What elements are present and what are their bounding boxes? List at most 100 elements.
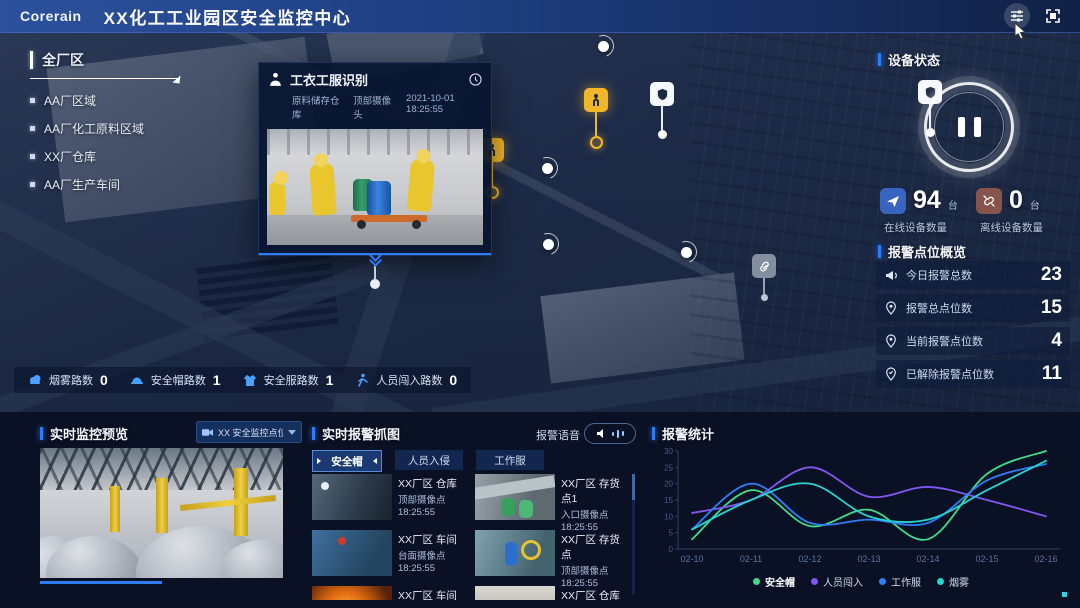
svg-text:02-13: 02-13 <box>857 554 880 564</box>
bullet-square <box>30 154 35 159</box>
legend-item-workwear[interactable]: 工作服 <box>879 574 921 589</box>
alarm-overview-row[interactable]: 当前报警点位数 4 <box>876 327 1070 355</box>
alarm-snapshot-item[interactable]: XX厂区 存货点1 入口摄像点 18:25:55 <box>475 474 628 524</box>
svg-text:20: 20 <box>664 480 673 489</box>
legend-item-smoke[interactable]: 烟雾 <box>937 574 969 589</box>
online-label: 在线设备数量 <box>884 220 976 235</box>
legend-label: 安全帽 <box>765 574 795 589</box>
offline-count: 0 <box>1009 186 1023 215</box>
svg-text:02-14: 02-14 <box>916 554 939 564</box>
area-nav-item[interactable]: AA厂区域 <box>30 92 180 109</box>
popup-timestamp: 2021-10-01 18:25:55 <box>406 93 482 121</box>
alarm-pin-icon <box>884 301 898 315</box>
map-marker-dot[interactable] <box>543 239 554 250</box>
snapshot-location: XX厂区 仓库 <box>561 588 620 600</box>
offline-device-icon <box>976 188 1002 214</box>
map-marker-dot[interactable] <box>598 41 609 52</box>
snapshot-thumbnail <box>312 530 392 576</box>
snapshot-time: 18:25:55 <box>398 563 457 574</box>
alarm-overview-row[interactable]: 今日报警总数 23 <box>876 261 1070 289</box>
helmet-channels-chip[interactable]: 安全帽路数 1 <box>130 372 221 388</box>
fullscreen-button[interactable] <box>1040 3 1066 29</box>
area-nav-item[interactable]: XX厂仓库 <box>30 148 180 165</box>
tab-intrusion[interactable]: 人员入侵 <box>395 450 463 470</box>
device-stats: 94 台 在线设备数量 0 台 离线设备数量 <box>880 186 1072 235</box>
alarm-snapshot-item[interactable]: XX厂区 仓库 顶部摄像点 18:25:55 <box>312 474 465 524</box>
megaphone-icon <box>884 268 898 282</box>
suit-channels-chip[interactable]: 安全服路数 1 <box>243 372 334 388</box>
bullet-square <box>30 98 35 103</box>
popup-title: 工衣工服识别 <box>290 70 462 89</box>
area-label: XX厂仓库 <box>44 148 96 165</box>
snapshot-location: XX厂区 车间 <box>398 532 457 547</box>
snapshot-camera: 入口摄像点 <box>561 507 628 521</box>
alarm-snapshot-item[interactable]: XX厂区 仓库 <box>475 586 628 600</box>
svg-text:0: 0 <box>669 545 674 554</box>
chip-value: 1 <box>326 372 334 388</box>
map-alarm-pin[interactable] <box>584 88 608 149</box>
alarm-row-label: 报警总点位数 <box>906 300 1033 316</box>
title-accent-bar <box>878 53 881 66</box>
alarm-overview-title-text: 报警点位概览 <box>888 242 966 261</box>
snapshot-thumbnail <box>475 586 555 600</box>
area-nav-item-all[interactable]: 全厂区 <box>30 50 180 79</box>
alarm-overview-row[interactable]: 已解除报警点位数 11 <box>876 360 1070 388</box>
intrusion-channels-chip[interactable]: 人员闯入路数 0 <box>355 372 457 388</box>
popup-location: 原料储存仓库 <box>292 93 341 121</box>
helmet-icon <box>130 373 144 387</box>
online-device-icon <box>880 188 906 214</box>
alarm-snapshot-item[interactable]: XX厂区 存货点 顶部摄像点 18:25:55 <box>475 530 628 580</box>
area-label: 全厂区 <box>42 50 84 70</box>
svg-text:02-11: 02-11 <box>740 554 762 564</box>
legend-label: 工作服 <box>891 574 921 589</box>
alarm-snapshot-item[interactable]: XX厂区 车间 台面摄像点 18:25:55 <box>312 530 465 580</box>
area-nav-item[interactable]: AA厂化工原料区域 <box>30 120 180 137</box>
snapshot-camera: 台面摄像点 <box>398 548 457 562</box>
bullet-square <box>30 126 35 131</box>
expand-triangle-icon <box>172 75 180 84</box>
map-marker-dot[interactable] <box>681 247 692 258</box>
clock-icon[interactable] <box>469 73 482 86</box>
speaker-icon <box>597 428 609 439</box>
volume-bar <box>617 430 619 438</box>
online-devices: 94 台 在线设备数量 <box>880 186 976 235</box>
map-marker-dot[interactable] <box>542 163 553 174</box>
alarm-overview-row[interactable]: 报警总点位数 15 <box>876 294 1070 322</box>
area-label: AA厂区域 <box>44 92 96 109</box>
svg-text:10: 10 <box>664 512 673 521</box>
monitor-scrollbar[interactable] <box>40 581 162 584</box>
svg-text:30: 30 <box>664 447 673 456</box>
area-nav-item[interactable]: AA厂生产车间 <box>30 176 180 193</box>
chip-label: 安全帽路数 <box>151 372 206 388</box>
monitor-point-dropdown[interactable]: XX 安全监控点位 <box>196 421 302 443</box>
title-accent-bar <box>652 427 655 440</box>
map-shield-pin[interactable] <box>650 82 674 139</box>
alarm-resolved-icon <box>884 367 898 381</box>
map-link-pin[interactable] <box>752 254 776 301</box>
volume-bar <box>612 432 614 436</box>
legend-item-helmet[interactable]: 安全帽 <box>753 574 795 589</box>
svg-text:02-12: 02-12 <box>798 554 821 564</box>
snapshot-scrollbar-track[interactable] <box>632 474 635 594</box>
legend-item-intrusion[interactable]: 人员闯入 <box>811 574 863 589</box>
alarm-snapshot-item[interactable]: XX厂区 车间 <box>312 586 465 600</box>
svg-text:02-15: 02-15 <box>975 554 998 564</box>
smoke-channels-chip[interactable]: 烟雾路数 0 <box>28 372 108 388</box>
alarm-voice-label: 报警语音 <box>536 427 580 443</box>
popup-video-frame[interactable] <box>267 129 483 245</box>
monitor-panel-title-text: 实时监控预览 <box>50 424 128 443</box>
chart-panel-title: 报警统计 <box>652 424 714 443</box>
snapshot-location: XX厂区 车间 <box>398 588 457 600</box>
resize-handle[interactable] <box>1062 592 1067 597</box>
bullet-square <box>30 182 35 187</box>
alarm-statistics-chart[interactable]: 05101520253002-1002-1102-1202-1302-1402-… <box>652 443 1070 573</box>
pause-button[interactable] <box>924 82 1014 172</box>
alarm-row-label: 已解除报警点位数 <box>906 366 1034 382</box>
snapshot-location: XX厂区 存货点1 <box>561 476 628 506</box>
tab-helmet[interactable]: 安全帽 <box>312 450 382 472</box>
tab-workwear[interactable]: 工作服 <box>476 450 544 470</box>
snapshot-scrollbar-thumb[interactable] <box>632 474 635 500</box>
monitor-preview-image[interactable] <box>40 448 283 578</box>
alarm-voice-button[interactable] <box>584 423 636 444</box>
legend-dot <box>937 578 944 585</box>
